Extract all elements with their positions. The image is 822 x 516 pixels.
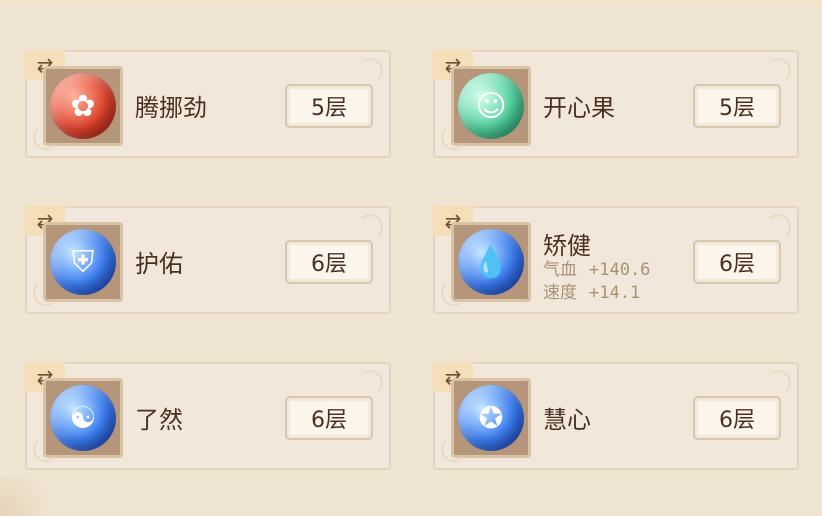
stat-label: 速度 xyxy=(543,283,577,303)
buff-stats: 气血 +140.6 速度 +14.1 xyxy=(543,259,650,305)
buff-name: 慧心 xyxy=(543,406,591,434)
buff-card-tengnuojin[interactable]: ⇄ ✿ 腾挪劲 5层 xyxy=(25,50,391,158)
meditating-figure-icon: ☯ xyxy=(50,385,116,451)
buff-name: 开心果 xyxy=(543,94,615,122)
buff-name: 护佑 xyxy=(135,250,183,278)
level-button[interactable]: 5层 xyxy=(693,84,781,128)
buff-card-kaixinguo[interactable]: ⇄ ☺ 开心果 5层 xyxy=(433,50,799,158)
stat-row-speed: 速度 +14.1 xyxy=(543,282,650,305)
shield-figure-icon: ⛨ xyxy=(50,229,116,295)
cloud-decoration xyxy=(0,476,60,516)
buff-icon-frame: 💧 xyxy=(451,222,531,302)
buff-icon-frame: ⛨ xyxy=(43,222,123,302)
buff-icon-frame: ☯ xyxy=(43,378,123,458)
level-button[interactable]: 5层 xyxy=(285,84,373,128)
buff-card-liaoran[interactable]: ⇄ ☯ 了然 6层 xyxy=(25,362,391,470)
level-button[interactable]: 6层 xyxy=(693,240,781,284)
buff-card-jiaojian[interactable]: ⇄ 💧 矫健 气血 +140.6 速度 +14.1 6层 xyxy=(433,206,799,314)
top-border xyxy=(0,0,822,8)
buff-card-huixin[interactable]: ⇄ ✪ 慧心 6层 xyxy=(433,362,799,470)
buff-icon-frame: ☺ xyxy=(451,66,531,146)
buff-name: 腾挪劲 xyxy=(135,94,207,122)
level-button[interactable]: 6层 xyxy=(693,396,781,440)
stat-value: +14.1 xyxy=(589,283,641,303)
water-drop-icon: 💧 xyxy=(458,229,524,295)
happy-face-icon: ☺ xyxy=(458,73,524,139)
stat-row-hp: 气血 +140.6 xyxy=(543,259,650,282)
level-button[interactable]: 6层 xyxy=(285,396,373,440)
buff-icon-frame: ✿ xyxy=(43,66,123,146)
flame-spirit-icon: ✿ xyxy=(50,73,116,139)
stat-label: 气血 xyxy=(543,260,577,280)
stat-value: +140.6 xyxy=(589,260,651,280)
star-mask-icon: ✪ xyxy=(458,385,524,451)
level-button[interactable]: 6层 xyxy=(285,240,373,284)
buff-icon-frame: ✪ xyxy=(451,378,531,458)
buff-name: 了然 xyxy=(135,406,183,434)
buff-card-huyou[interactable]: ⇄ ⛨ 护佑 6层 xyxy=(25,206,391,314)
buff-name: 矫健 xyxy=(543,232,591,260)
